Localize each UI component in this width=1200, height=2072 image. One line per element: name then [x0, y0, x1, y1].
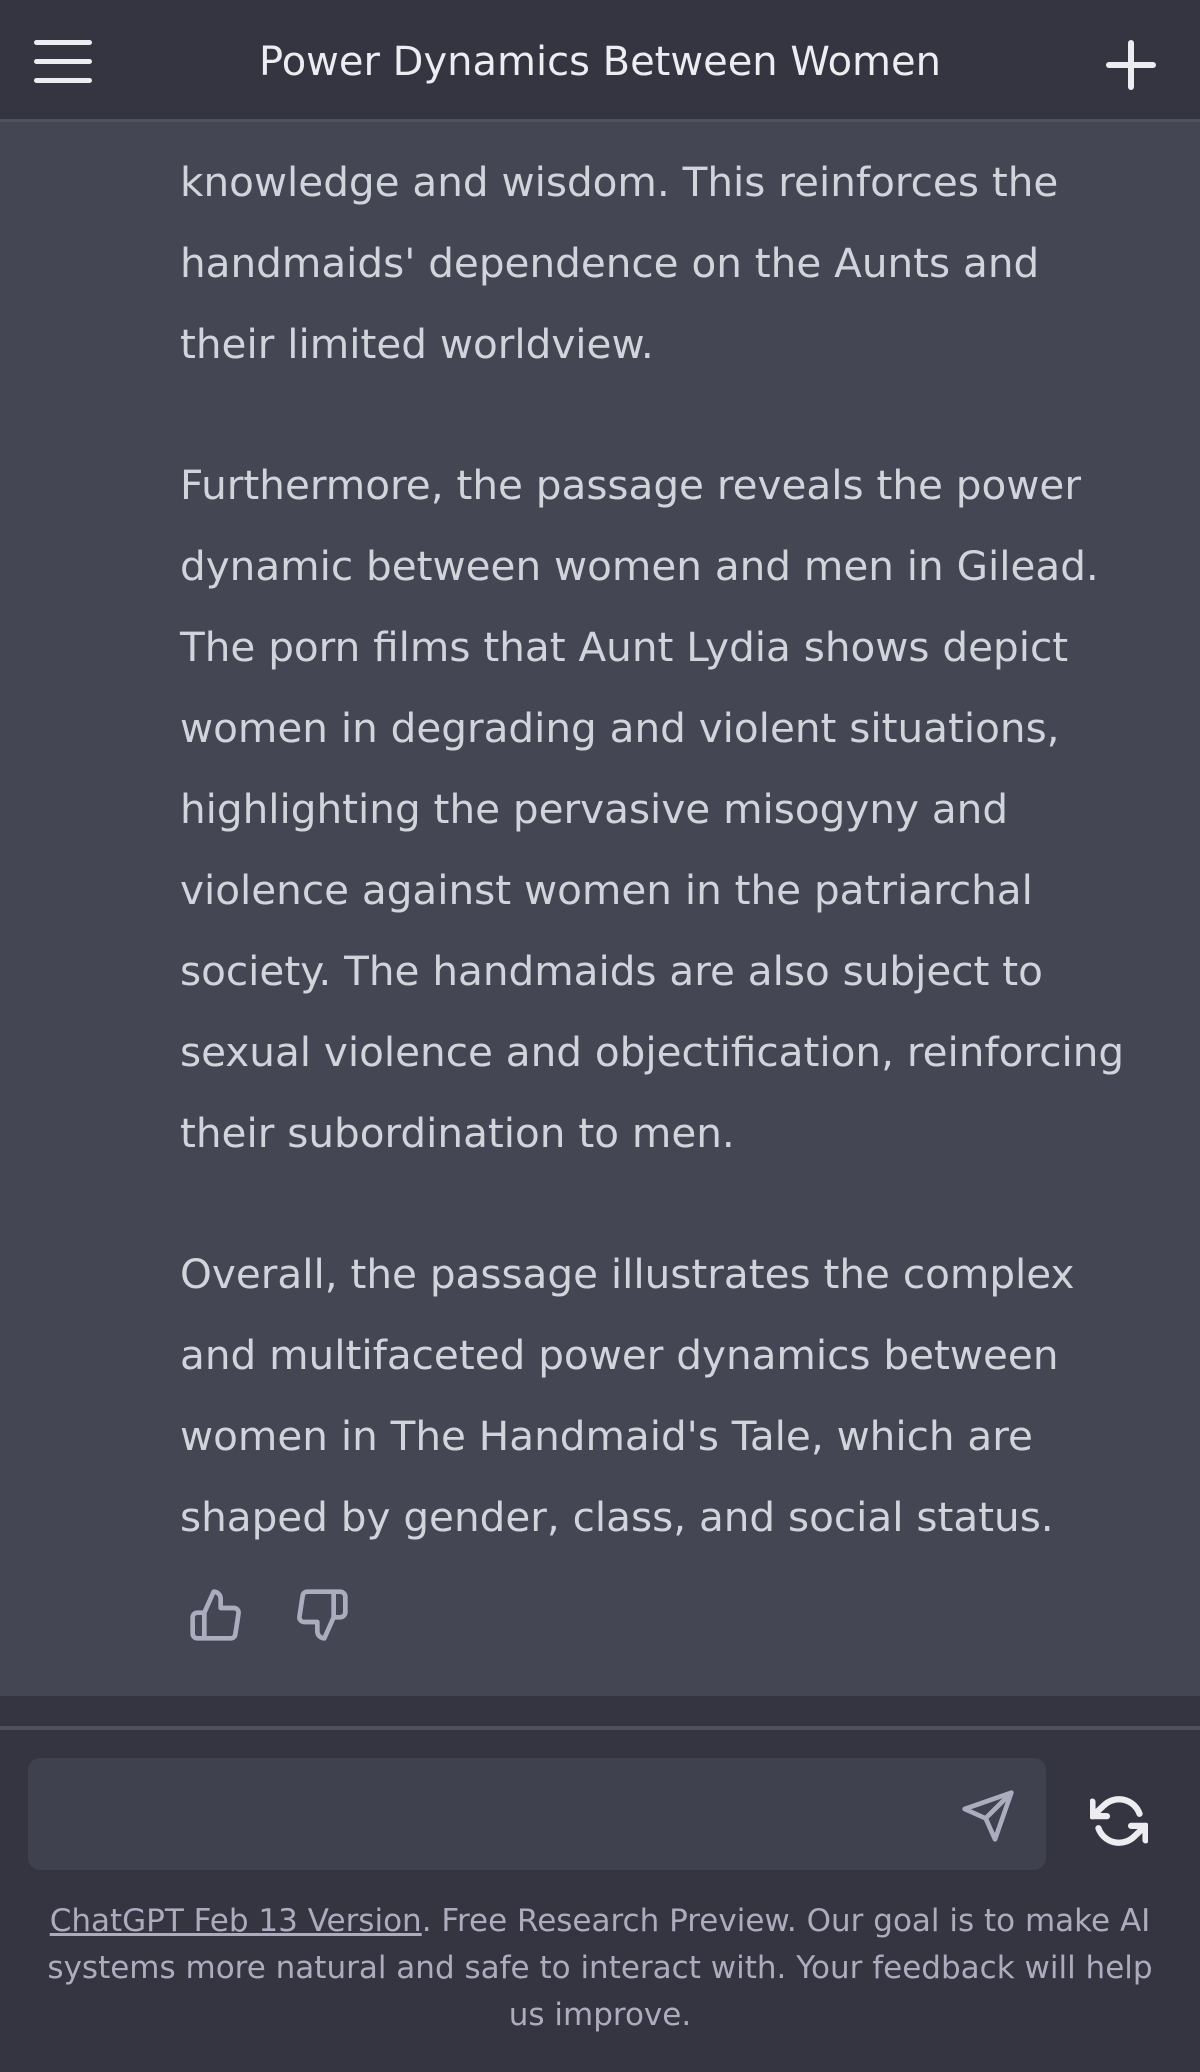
message-spacer — [0, 1696, 1200, 1726]
top-bar: Power Dynamics Between Women — [0, 0, 1200, 122]
thumbs-up-icon[interactable] — [188, 1587, 244, 1643]
message-paragraph: Furthermore, the passage reveals the pow… — [180, 461, 1125, 1157]
plus-icon[interactable] — [1106, 40, 1156, 90]
footer-disclaimer: ChatGPT Feb 13 Version. Free Research Pr… — [28, 1898, 1172, 2039]
regenerate-icon[interactable] — [1089, 1792, 1149, 1850]
message-input-box — [28, 1758, 1046, 1870]
message-input[interactable] — [52, 1778, 956, 1852]
hamburger-menu-icon[interactable] — [34, 40, 94, 84]
message-paragraph: knowledge and wisdom. This reinforces th… — [180, 158, 1059, 368]
send-icon[interactable] — [960, 1788, 1016, 1844]
chat-app: Power Dynamics Between Women knowledge a… — [0, 0, 1200, 2072]
page-title: Power Dynamics Between Women — [259, 39, 941, 85]
message-paragraph: Overall, the passage illustrates the com… — [180, 1250, 1075, 1541]
version-link[interactable]: ChatGPT Feb 13 Version — [50, 1903, 422, 1939]
assistant-message: knowledge and wisdom. This reinforces th… — [0, 122, 1200, 1696]
composer-area: ChatGPT Feb 13 Version. Free Research Pr… — [0, 1730, 1200, 2072]
thumbs-down-icon[interactable] — [294, 1587, 350, 1643]
message-body: knowledge and wisdom. This reinforces th… — [180, 142, 1130, 1618]
